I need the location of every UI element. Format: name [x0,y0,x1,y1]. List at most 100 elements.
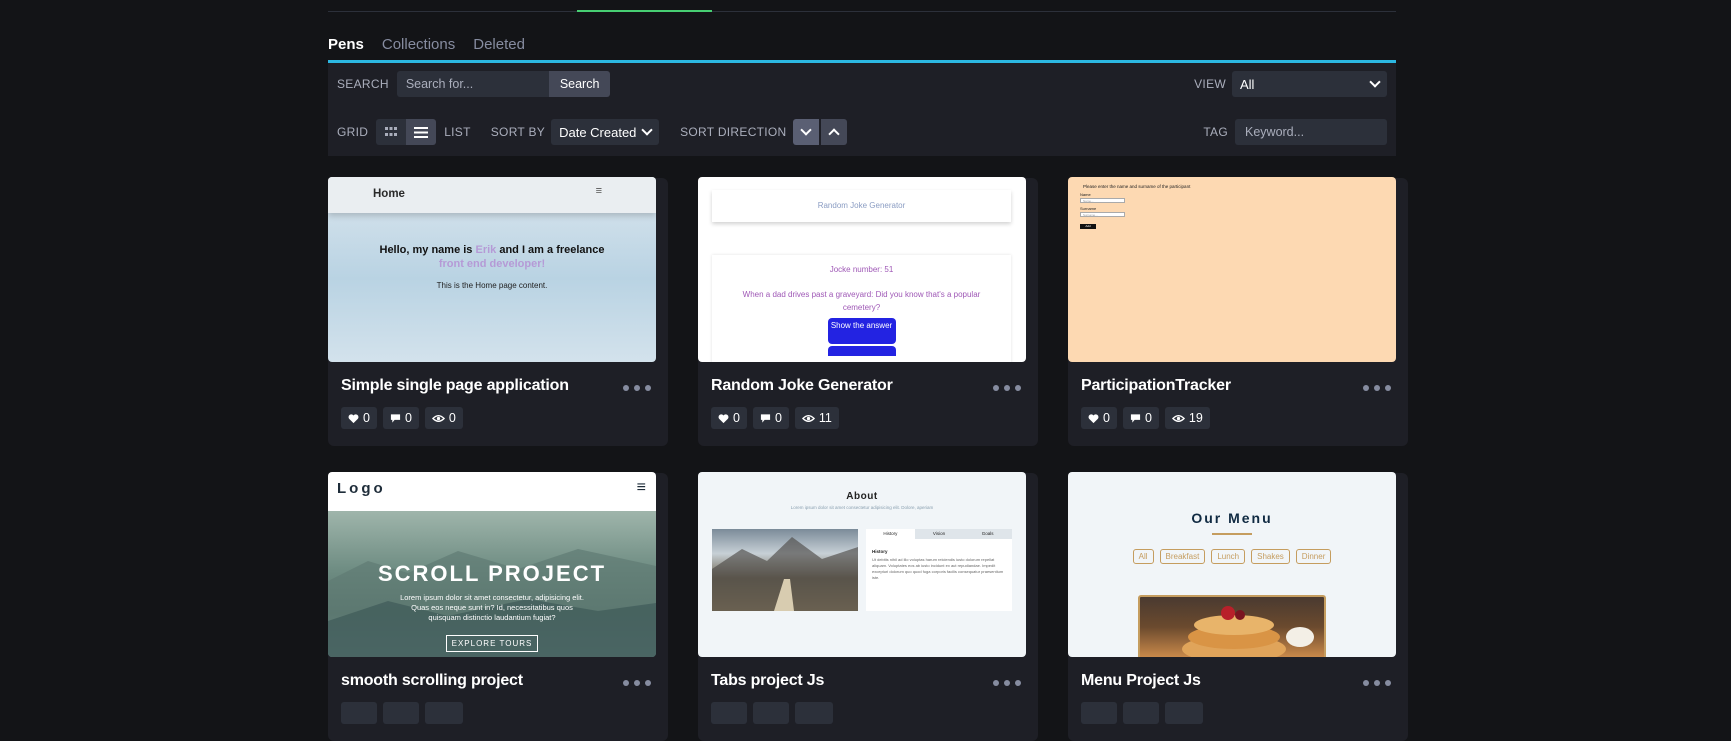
preview-scroll-heading: SCROLL PROJECT [377,561,607,586]
pen-title[interactable]: ParticipationTracker [1081,377,1231,395]
heart-icon [1088,413,1099,423]
preview-filter-buttons: All Breakfast Lunch Shakes Dinner [1068,549,1396,564]
views-stat[interactable]: 0 [424,407,463,429]
preview-hero-line1: Hello, my name is Erik and I am a freela… [379,244,605,256]
pen-stats [341,702,463,724]
eye-icon [801,414,815,422]
comment-count: 0 [774,411,782,425]
pen-preview[interactable]: Home ≡ Hello, my name is Erik and I am a… [328,177,656,362]
more-options-button[interactable] [1363,678,1391,688]
chevron-down-icon [799,124,812,136]
list-icon [414,126,429,138]
preview-logo: Logo [337,480,386,497]
views-stat[interactable]: 11 [794,407,839,429]
comment-icon [390,413,401,423]
like-button[interactable]: 0 [341,407,377,429]
sort-row: GRID LIST SORT BY Date Created SORT DIRE… [328,117,1396,147]
like-button[interactable] [341,702,377,724]
tag-label: TAG [1203,125,1228,139]
preview-filter-dinner: Dinner [1295,549,1332,564]
pen-stats: 0 0 19 [1081,407,1210,429]
tag-input[interactable] [1235,119,1387,145]
tab-collections[interactable]: Collections [382,36,455,53]
pancakes-photo [1182,606,1314,657]
tab-pens[interactable]: Pens [328,36,364,53]
preview-filter-breakfast: Breakfast [1159,549,1206,564]
sortby-select[interactable]: Date Created [551,119,660,145]
comment-button[interactable] [383,702,419,724]
search-input[interactable] [396,71,549,97]
comment-button[interactable] [1123,702,1159,724]
pen-preview[interactable]: Logo ≡ SCROLL PROJECT Lorem ipsum dolor … [328,472,656,657]
list-view-button[interactable] [406,119,437,145]
content-tabs: Pens Collections Deleted [328,36,525,53]
search-label: SEARCH [337,77,389,91]
sortdir-label: SORT DIRECTION [680,125,787,139]
preview-home-text: This is the Home page content. [436,281,548,290]
pen-title[interactable]: Menu Project Js [1081,672,1201,690]
comment-button[interactable]: 0 [1122,407,1159,429]
more-options-button[interactable] [1363,383,1391,393]
like-button[interactable]: 0 [711,407,747,429]
like-count: 0 [363,411,370,425]
menu-icon: ≡ [636,479,646,496]
preview-tab-vision: Vision [914,529,964,539]
preview-scroll-nav: Logo ≡ [328,472,656,511]
preview-tab-history: History [866,529,915,539]
views-stat[interactable] [795,702,833,724]
eye-icon [431,414,445,422]
tab-deleted[interactable]: Deleted [473,36,525,53]
like-button[interactable] [1081,702,1117,724]
top-divider [328,11,1396,12]
view-count: 0 [448,411,456,425]
grid-label: GRID [337,125,369,139]
preview-hero-line2: front end developer! [438,258,546,270]
preview-joke-header: Random Joke Generator [712,190,1011,222]
preview-about-sub: Lorem ipsum dolor sit amet consectetur a… [790,505,934,510]
grid-view-button[interactable] [376,119,407,145]
preview-joke-text: When a dad drives past a graveyard: Did … [742,290,981,312]
preview-tab-row: History Vision Goals [866,529,1013,539]
more-options-button[interactable] [993,383,1021,393]
chevron-down-icon [641,124,653,136]
sort-descending-button[interactable] [792,119,819,145]
preview-nav-home: Home [373,188,405,200]
like-button[interactable] [711,702,747,724]
views-stat[interactable] [1165,702,1203,724]
pen-preview[interactable]: Our Menu All Breakfast Lunch Shakes Dinn… [1068,472,1396,657]
preview-explore-button: EXPLORE TOURS [446,635,538,652]
more-options-button[interactable] [993,678,1021,688]
pen-preview[interactable]: Random Joke Generator Jocke number: 51 W… [698,177,1026,362]
chevron-down-icon [1369,76,1381,88]
comment-button[interactable]: 0 [752,407,789,429]
pen-preview[interactable]: Please enter the name and surname of the… [1068,177,1396,362]
sort-ascending-button[interactable] [820,119,847,145]
preview-heading-underline [1212,533,1252,535]
pen-title[interactable]: Simple single page application [341,377,569,395]
more-options-button[interactable] [623,678,651,688]
preview-name-input: Name... [1080,198,1125,203]
pen-title[interactable]: smooth scrolling project [341,672,523,690]
preview-tabs-panel: History Vision Goals History Ut debitis … [866,529,1013,611]
search-button[interactable]: Search [548,71,611,97]
view-count: 11 [818,411,832,425]
pen-title[interactable]: Tabs project Js [711,672,824,690]
more-options-button[interactable] [623,383,651,393]
comment-button[interactable]: 0 [382,407,419,429]
pen-title[interactable]: Random Joke Generator [711,377,893,395]
comment-icon [760,413,771,423]
views-stat[interactable]: 19 [1164,407,1210,429]
like-button[interactable]: 0 [1081,407,1117,429]
heart-icon [718,413,729,423]
pen-stats: 0 0 11 [711,407,839,429]
active-section-indicator [577,10,712,12]
preview-landscape-image [712,529,858,611]
preview-filter-shakes: Shakes [1251,549,1290,564]
pen-preview[interactable]: About Lorem ipsum dolor sit amet consect… [698,472,1026,657]
comment-button[interactable] [753,702,789,724]
view-select[interactable]: All [1232,71,1387,97]
preview-joke-box: Jocke number: 51 When a dad drives past … [712,255,1011,362]
preview-scroll-text: Lorem ipsum dolor sit amet consectetur, … [400,593,584,622]
views-stat[interactable] [425,702,463,724]
view-select-value: All [1240,76,1255,92]
